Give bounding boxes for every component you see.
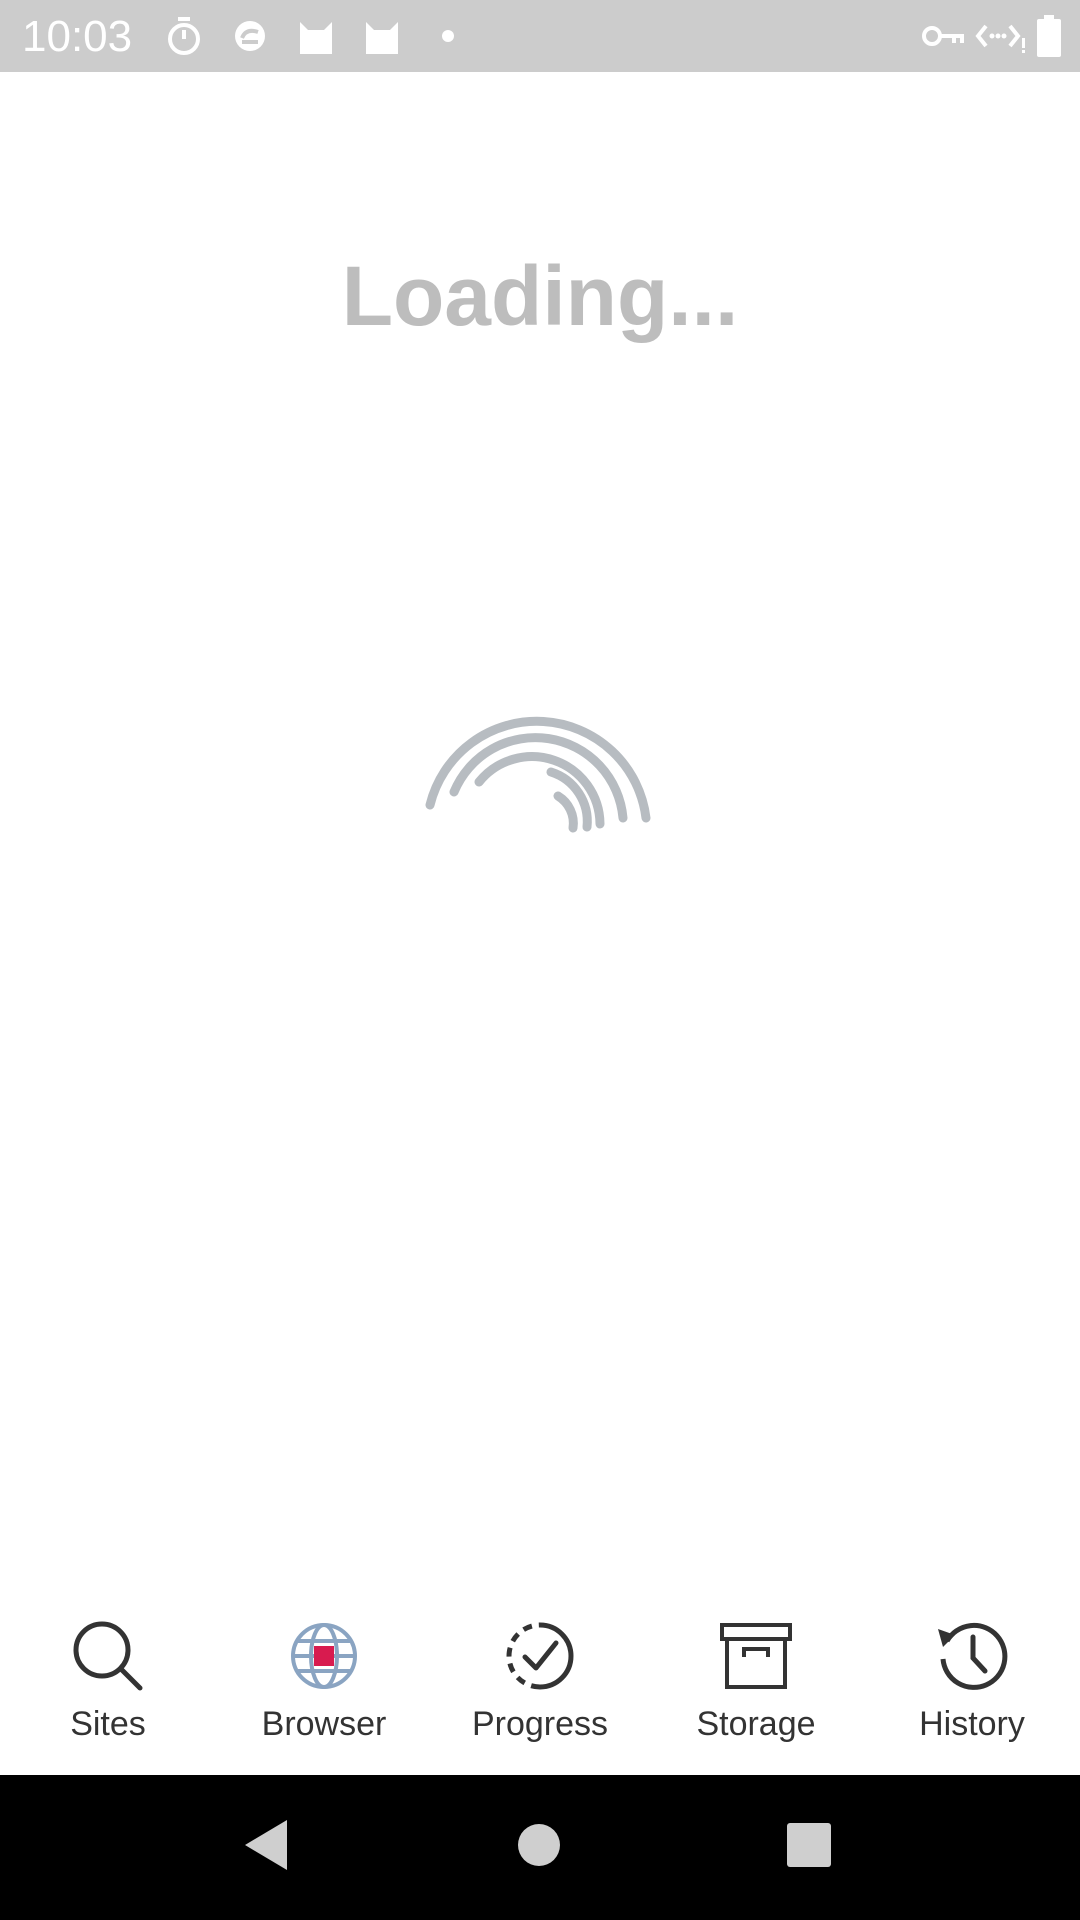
back-icon[interactable] (226, 1805, 306, 1885)
loading-title: Loading... (341, 249, 739, 343)
status-icons-left (162, 14, 492, 58)
globe-icon (284, 1616, 364, 1696)
history-clock-icon (932, 1616, 1012, 1696)
progress-check-icon (500, 1616, 580, 1696)
nav-label-history: History (919, 1705, 1025, 1743)
nav-label-sites: Sites (70, 1705, 146, 1743)
status-bar: 10:03 (0, 0, 1080, 72)
battery-icon (1036, 14, 1062, 58)
nav-label-storage: Storage (696, 1705, 816, 1743)
cat-app-icon (360, 14, 404, 58)
nav-item-sites[interactable]: Sites (0, 1592, 216, 1775)
sync-icon (228, 14, 272, 58)
search-icon (68, 1616, 148, 1696)
system-navigation-bar (0, 1775, 1080, 1920)
bottom-navigation: Sites Browser Progress Storage History (0, 1592, 1080, 1775)
timer-icon (162, 14, 206, 58)
nav-item-progress[interactable]: Progress (432, 1592, 648, 1775)
dot-icon (426, 14, 470, 58)
home-icon[interactable] (499, 1805, 579, 1885)
nav-item-browser[interactable]: Browser (216, 1592, 432, 1775)
archive-box-icon (716, 1616, 796, 1696)
vpn-key-icon (922, 14, 964, 58)
status-time: 10:03 (22, 12, 133, 61)
nav-label-progress: Progress (471, 1705, 609, 1743)
recents-icon[interactable] (769, 1805, 849, 1885)
cat-app-icon (294, 14, 338, 58)
status-icons-right (912, 14, 1062, 58)
nav-item-storage[interactable]: Storage (648, 1592, 864, 1775)
data-saver-icon (974, 14, 1026, 58)
app-screen: 10:03 Loading... Sites Browser Progress … (0, 0, 1080, 1920)
loading-spinner-icon (420, 700, 660, 840)
nav-label-browser: Browser (261, 1705, 387, 1743)
nav-item-history[interactable]: History (864, 1592, 1080, 1775)
